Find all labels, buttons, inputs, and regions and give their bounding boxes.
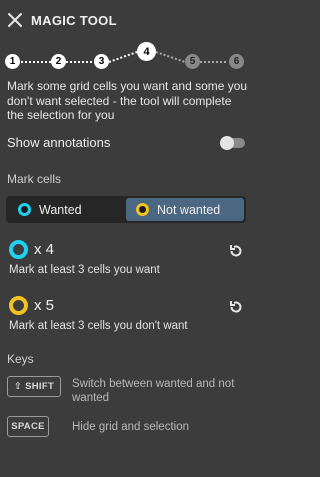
shift-key-badge: ⇧ SHIFT: [7, 376, 61, 397]
not-wanted-option-label: Not wanted: [157, 202, 221, 217]
toggle-knob: [220, 136, 234, 150]
step-progress: 1 2 3 4 5 6: [0, 40, 253, 74]
mark-cells-selector: Wanted Not wanted: [6, 196, 246, 223]
not-wanted-ring-icon: [136, 203, 149, 216]
wanted-option[interactable]: Wanted: [8, 198, 124, 221]
space-key-description: Hide grid and selection: [72, 421, 189, 433]
not-wanted-option[interactable]: Not wanted: [126, 198, 244, 221]
not-wanted-hint: Mark at least 3 cells you don't want: [9, 320, 188, 332]
step-6[interactable]: 6: [229, 54, 244, 69]
show-annotations-label: Show annotations: [7, 135, 111, 150]
step-5[interactable]: 5: [185, 54, 200, 69]
not-wanted-count: x 5: [34, 297, 55, 314]
step-connectors: [21, 51, 228, 63]
step-1[interactable]: 1: [5, 54, 20, 69]
reset-not-wanted-icon[interactable]: [228, 299, 244, 315]
step-4-current[interactable]: 4: [137, 42, 156, 61]
wanted-count: x 4: [34, 241, 55, 258]
keys-label: Keys: [7, 352, 34, 366]
step-3[interactable]: 3: [94, 54, 109, 69]
wanted-option-label: Wanted: [39, 202, 82, 217]
shift-key-description: Switch between wanted and not wanted: [72, 378, 235, 404]
mark-cells-label: Mark cells: [7, 172, 62, 186]
step-2[interactable]: 2: [51, 54, 66, 69]
wanted-counter-icon: [9, 240, 28, 259]
reset-wanted-icon[interactable]: [228, 243, 244, 259]
wanted-hint: Mark at least 3 cells you want: [9, 264, 160, 276]
show-annotations-toggle[interactable]: [220, 136, 245, 150]
panel-title: MAGIC TOOL: [31, 13, 117, 28]
not-wanted-counter-icon: [9, 296, 28, 315]
close-icon[interactable]: [7, 12, 23, 28]
space-key-badge: SPACE: [7, 416, 49, 437]
wanted-ring-icon: [18, 203, 31, 216]
instructions-text: Mark some grid cells you want and some y…: [7, 79, 248, 122]
